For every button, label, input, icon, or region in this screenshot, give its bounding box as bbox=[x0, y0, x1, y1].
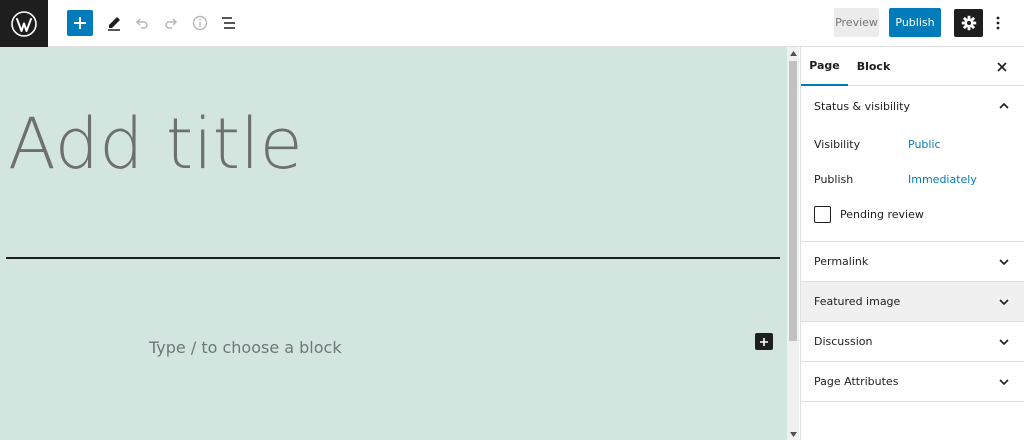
tab-page[interactable]: Page bbox=[801, 47, 848, 86]
undo-icon bbox=[135, 18, 148, 29]
options-button[interactable] bbox=[988, 9, 1008, 37]
tab-block[interactable]: Block bbox=[851, 47, 896, 86]
panel-title: Status & visibility bbox=[814, 99, 910, 113]
chevron-up-icon bbox=[999, 102, 1009, 109]
publish-date-link[interactable]: Immediately bbox=[908, 173, 977, 186]
redo-icon bbox=[165, 18, 178, 29]
visibility-label: Visibility bbox=[814, 138, 861, 151]
undo-button[interactable] bbox=[128, 9, 156, 37]
chevron-down-icon bbox=[999, 259, 1009, 266]
plus-icon bbox=[74, 17, 86, 29]
featured-image-panel-toggle[interactable]: Featured image bbox=[801, 282, 1024, 322]
redo-button[interactable] bbox=[157, 9, 185, 37]
info-icon bbox=[192, 15, 208, 31]
close-sidebar-button[interactable] bbox=[993, 58, 1011, 76]
publish-button[interactable]: Publish bbox=[889, 8, 941, 37]
details-button[interactable] bbox=[186, 9, 214, 37]
panel-title: Permalink bbox=[814, 255, 869, 268]
title-input[interactable]: Add title bbox=[8, 109, 303, 179]
sidebar-tabs: Page Block bbox=[801, 47, 1024, 86]
discussion-panel-toggle[interactable]: Discussion bbox=[801, 322, 1024, 362]
permalink-panel-toggle[interactable]: Permalink bbox=[801, 242, 1024, 282]
scroll-up-arrow-icon[interactable] bbox=[787, 47, 799, 59]
settings-button[interactable] bbox=[954, 9, 983, 37]
chevron-down-icon bbox=[999, 339, 1009, 346]
status-visibility-panel: Visibility Public Publish Immediately Pe… bbox=[801, 126, 1024, 242]
list-view-icon bbox=[222, 17, 235, 29]
tools-button[interactable] bbox=[100, 9, 128, 37]
gear-icon bbox=[961, 15, 976, 31]
visibility-value-link[interactable]: Public bbox=[908, 138, 941, 151]
panel-title: Page Attributes bbox=[814, 375, 899, 388]
block-appender[interactable]: Type / to choose a block bbox=[149, 338, 342, 357]
list-view-button[interactable] bbox=[215, 9, 243, 37]
more-vertical-icon bbox=[996, 16, 1000, 30]
editor-toolbar: Preview Publish bbox=[0, 0, 1024, 47]
close-icon bbox=[997, 62, 1007, 72]
publish-label: Publish bbox=[814, 173, 854, 186]
settings-sidebar: Page Block Status & visibility Visibilit… bbox=[800, 47, 1024, 440]
page-attributes-panel-toggle[interactable]: Page Attributes bbox=[801, 362, 1024, 402]
add-block-button[interactable] bbox=[67, 10, 93, 36]
chevron-down-icon bbox=[999, 299, 1009, 306]
chevron-down-icon bbox=[999, 379, 1009, 386]
canvas-scrollbar[interactable] bbox=[787, 47, 799, 440]
panel-title: Discussion bbox=[814, 335, 873, 348]
wordpress-logo-icon[interactable] bbox=[0, 0, 48, 47]
inline-add-block-button[interactable] bbox=[755, 333, 773, 350]
plus-icon bbox=[760, 337, 768, 346]
pencil-icon bbox=[108, 17, 120, 31]
scrollbar-thumb[interactable] bbox=[789, 61, 797, 341]
pending-review-label[interactable]: Pending review bbox=[840, 208, 924, 221]
preview-button[interactable]: Preview bbox=[834, 8, 879, 37]
pending-review-checkbox[interactable] bbox=[814, 206, 831, 223]
panel-title: Featured image bbox=[814, 295, 901, 308]
status-visibility-panel-toggle[interactable]: Status & visibility bbox=[801, 86, 1024, 126]
title-underline bbox=[6, 257, 780, 259]
editor-canvas: Add title Type / to choose a block bbox=[0, 47, 787, 440]
scroll-down-arrow-icon[interactable] bbox=[787, 428, 799, 440]
